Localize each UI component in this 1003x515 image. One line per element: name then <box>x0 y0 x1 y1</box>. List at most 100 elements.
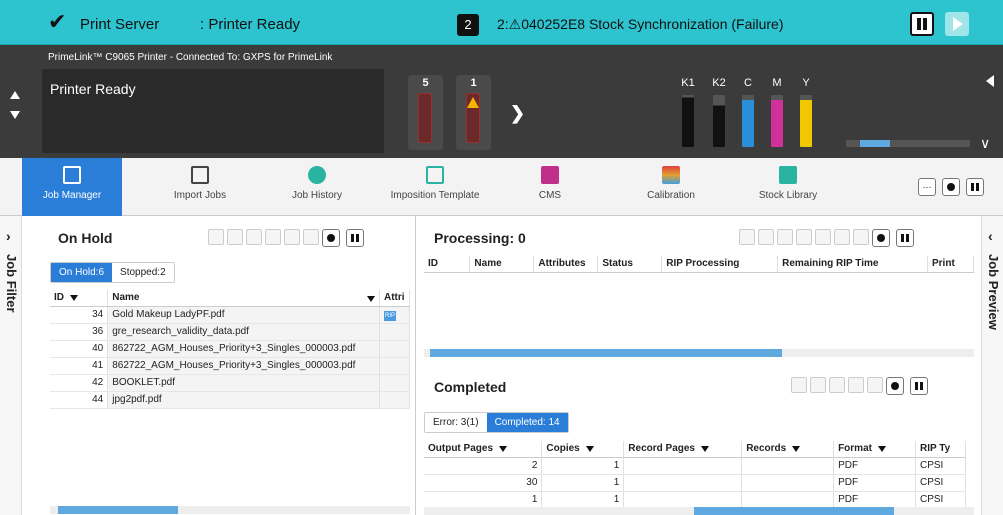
records <box>741 491 835 509</box>
column-header[interactable]: Records <box>741 441 835 458</box>
columns-icon[interactable] <box>910 377 928 395</box>
delete-icon[interactable] <box>848 377 864 393</box>
filter-icon[interactable] <box>499 445 508 452</box>
move-up-icon[interactable] <box>796 229 812 245</box>
settings-icon[interactable] <box>322 229 340 247</box>
on-hold-scrollbar[interactable] <box>50 506 410 514</box>
scroll-down-icon[interactable] <box>10 111 20 119</box>
records <box>741 474 835 492</box>
table-row[interactable]: 34 Gold Makeup LadyPF.pdf RIP <box>50 306 410 324</box>
edit-icon[interactable] <box>303 229 319 245</box>
settings-icon[interactable] <box>942 178 961 196</box>
table-row[interactable]: 40 862722_AGM_Houses_Priority+3_Singles_… <box>50 340 410 358</box>
column-header[interactable]: Copies <box>541 441 625 458</box>
rip-type: CPSI <box>915 491 967 509</box>
tab-stopped[interactable]: Stopped:2 <box>112 263 174 282</box>
delete-icon[interactable] <box>284 229 300 245</box>
nav-label: Job Manager <box>42 190 102 201</box>
column-header[interactable]: RIP Ty <box>915 441 967 458</box>
pause-button[interactable] <box>910 12 934 36</box>
merge-icon[interactable] <box>265 229 281 245</box>
column-header[interactable]: Status <box>597 256 663 273</box>
table-row[interactable]: 42 BOOKLET.pdf <box>50 374 410 392</box>
more-icon[interactable]: ⋯ <box>918 178 936 196</box>
nav-stock-library[interactable]: Stock Library <box>743 158 833 216</box>
history-icon <box>308 166 326 184</box>
move-top-icon[interactable] <box>777 229 793 245</box>
table-row[interactable]: 44 jpg2pdf.pdf <box>50 391 410 409</box>
columns-icon[interactable] <box>966 178 985 196</box>
column-header[interactable]: ID <box>50 290 109 307</box>
proof-icon[interactable] <box>227 229 243 245</box>
completed-scrollbar[interactable] <box>424 507 974 515</box>
filter-icon[interactable] <box>585 445 594 452</box>
nav-calibration[interactable]: Calibration <box>626 158 716 216</box>
edit-icon[interactable] <box>867 377 883 393</box>
printer-scrollbar[interactable] <box>846 140 970 147</box>
nav-imposition-template[interactable]: Imposition Template <box>380 158 490 216</box>
print-icon[interactable] <box>791 377 807 393</box>
table-row[interactable]: 1 1 PDF CPSI <box>424 491 967 509</box>
job-name: jpg2pdf.pdf <box>107 391 380 409</box>
resume-button[interactable] <box>945 12 969 36</box>
copy-icon[interactable] <box>829 377 845 393</box>
tray-1[interactable]: 1 <box>456 75 491 150</box>
chevron-right-icon[interactable]: › <box>6 228 11 244</box>
processing-scrollbar[interactable] <box>424 349 974 357</box>
chevron-left-icon[interactable]: ‹ <box>988 228 993 244</box>
job-filter-tab[interactable]: › Job Filter <box>0 216 22 515</box>
scroll-up-icon[interactable] <box>10 91 20 99</box>
settings-icon[interactable] <box>872 229 890 247</box>
columns-icon[interactable] <box>896 229 914 247</box>
table-row[interactable]: 2 1 PDF CPSI <box>424 457 967 475</box>
column-header[interactable]: Remaining RIP Time <box>777 256 928 273</box>
status-message[interactable]: 2:⚠040252E8 Stock Synchronization (Failu… <box>497 16 783 33</box>
filter-icon[interactable] <box>701 445 709 452</box>
settings-icon[interactable] <box>886 377 904 395</box>
filter-icon[interactable] <box>70 294 78 301</box>
proof-icon[interactable] <box>810 377 826 393</box>
tab-on-hold[interactable]: On Hold:6 <box>51 263 113 282</box>
output-pages: 1 <box>424 491 543 509</box>
collapse-left-icon[interactable] <box>986 75 994 87</box>
column-header[interactable]: Format <box>833 441 916 458</box>
nav-import-jobs[interactable]: Import Jobs <box>150 158 250 216</box>
filter-icon[interactable] <box>367 296 375 303</box>
column-header[interactable]: ID <box>424 256 471 273</box>
chevron-right-icon[interactable]: ❯ <box>510 103 525 124</box>
print-icon[interactable] <box>208 229 224 245</box>
tab-error[interactable]: Error: 3(1) <box>425 413 487 432</box>
table-row[interactable]: 30 1 PDF CPSI <box>424 474 967 492</box>
filter-icon[interactable] <box>877 445 886 452</box>
job-count-badge[interactable]: 2 <box>457 14 479 36</box>
print-server-label[interactable]: Print Server <box>80 16 159 33</box>
column-header[interactable]: Print <box>927 256 974 273</box>
filter-icon[interactable] <box>792 445 801 452</box>
tray-5[interactable]: 5 <box>408 75 443 150</box>
edit-icon[interactable] <box>853 229 869 245</box>
nav-cms[interactable]: CMS <box>505 158 595 216</box>
delete-icon[interactable] <box>834 229 850 245</box>
column-header[interactable]: Name <box>107 290 380 307</box>
column-header[interactable]: RIP Processing <box>661 256 779 273</box>
column-header[interactable]: Output Pages <box>424 441 543 458</box>
undo-icon[interactable] <box>739 229 755 245</box>
nav-job-manager[interactable]: Job Manager <box>22 158 122 216</box>
columns-icon[interactable] <box>346 229 364 247</box>
copy-icon[interactable] <box>246 229 262 245</box>
chevron-down-icon[interactable]: ∨ <box>980 135 990 152</box>
table-row[interactable]: 41 862722_AGM_Houses_Priority+3_Singles_… <box>50 357 410 375</box>
column-header[interactable]: Record Pages <box>623 441 743 458</box>
job-preview-tab[interactable]: ‹ Job Preview <box>981 216 1003 515</box>
nav-job-history[interactable]: Job History <box>267 158 367 216</box>
ink-k2: K2 <box>704 77 734 147</box>
column-header[interactable]: Attributes <box>533 256 599 273</box>
tab-completed[interactable]: Completed: 14 <box>486 413 568 432</box>
move-down-icon[interactable] <box>815 229 831 245</box>
job-attributes <box>379 391 410 409</box>
copy-icon[interactable] <box>758 229 774 245</box>
column-header[interactable]: Name <box>469 256 535 273</box>
column-header[interactable]: Attri <box>379 290 410 307</box>
table-row[interactable]: 36 gre_research_validity_data.pdf <box>50 323 410 341</box>
job-name: Gold Makeup LadyPF.pdf <box>107 306 380 324</box>
